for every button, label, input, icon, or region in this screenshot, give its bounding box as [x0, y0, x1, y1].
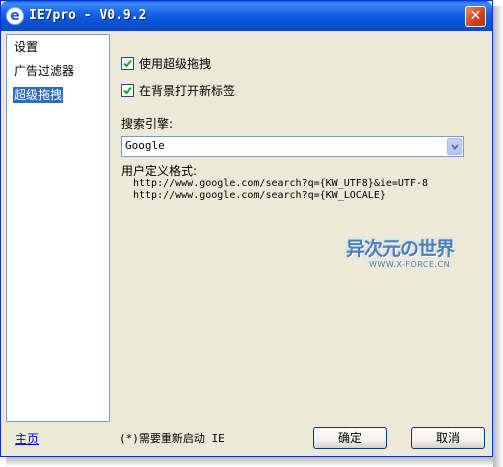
- dropdown-button[interactable]: [447, 138, 462, 155]
- checkmark-icon: [123, 59, 132, 68]
- checkbox-box[interactable]: [121, 57, 134, 70]
- window-title: IE7pro - V0.9.2: [29, 8, 147, 23]
- checkbox-box[interactable]: [121, 84, 134, 97]
- custom-format-line: http://www.google.com/search?q={KW_LOCAL…: [133, 190, 386, 201]
- options-dialog: e IE7pro - V0.9.2 ✕ 设置 广告过滤器 超级拖拽 使用超级拖拽…: [0, 0, 493, 457]
- restart-note: (*)需要重新启动 IE: [119, 432, 225, 445]
- search-engine-select[interactable]: Google: [121, 136, 464, 157]
- close-button[interactable]: ✕: [465, 6, 486, 27]
- sidebar-item-super-drag[interactable]: 超级拖拽: [13, 87, 64, 103]
- watermark-subtitle: WWW.X-FORCE.CN: [369, 260, 451, 269]
- close-icon: ✕: [469, 8, 482, 24]
- chevron-down-icon: [451, 144, 459, 150]
- sidebar-item-settings[interactable]: 设置: [13, 39, 39, 55]
- custom-format-label: 用户定义格式:: [121, 164, 198, 178]
- checkmark-icon: [123, 86, 132, 95]
- ie-icon: e: [6, 7, 24, 25]
- search-engine-value: Google: [125, 139, 165, 152]
- sidebar-item-ad-filter[interactable]: 广告过滤器: [13, 63, 75, 79]
- custom-format-line: http://www.google.com/search?q={KW_UTF8}…: [133, 178, 429, 189]
- home-link[interactable]: 主页: [15, 430, 39, 447]
- ok-button[interactable]: 确定: [313, 427, 387, 449]
- title-bar[interactable]: e IE7pro - V0.9.2 ✕: [1, 1, 492, 31]
- window-shadow: [6, 457, 493, 467]
- checkbox-label: 使用超级拖拽: [139, 57, 212, 71]
- window-shadow: [493, 6, 503, 467]
- cancel-button[interactable]: 取消: [411, 427, 485, 449]
- checkbox-label: 在背景打开新标签: [139, 84, 236, 98]
- search-engine-label: 搜索引擎:: [121, 117, 174, 131]
- watermark-title: 异次元の世界: [346, 238, 455, 260]
- category-list: 设置 广告过滤器 超级拖拽: [6, 34, 110, 422]
